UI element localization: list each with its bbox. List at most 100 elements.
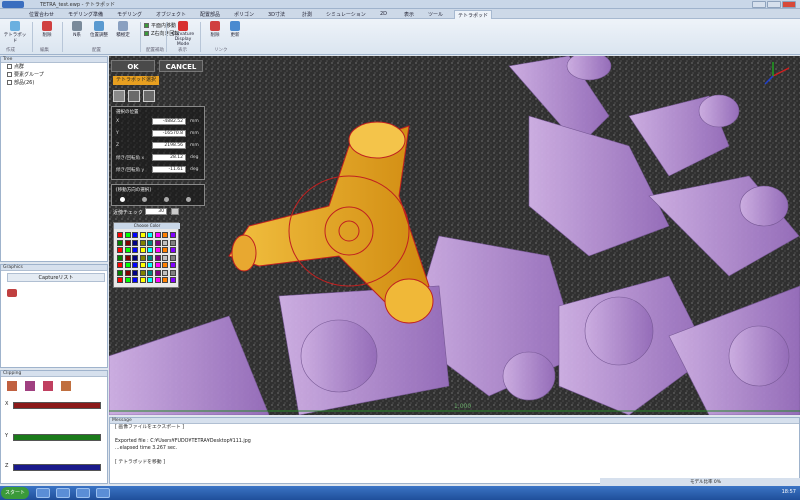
tree-item-group[interactable]: 要素グループ (1, 71, 107, 79)
ribbon-tab[interactable]: ポリゴン (231, 10, 257, 19)
color-swatch[interactable] (139, 262, 146, 268)
color-swatch[interactable] (162, 247, 168, 253)
delete-button[interactable]: 削除 (34, 21, 60, 45)
color-swatch[interactable] (162, 277, 168, 283)
color-swatch[interactable] (132, 254, 138, 261)
near-check-field[interactable]: 30 (145, 208, 167, 215)
ribbon-tab[interactable]: シミュレーション (323, 10, 369, 19)
color-swatch[interactable] (162, 254, 168, 261)
color-swatch[interactable] (147, 247, 153, 253)
radio-y[interactable] (142, 197, 147, 202)
color-swatch[interactable] (124, 277, 131, 283)
color-swatch[interactable] (162, 239, 168, 246)
color-swatch[interactable] (169, 277, 176, 283)
scene-canvas[interactable]: 1,000 (109, 56, 800, 415)
ribbon-tab[interactable]: ツール (425, 10, 446, 19)
color-swatch[interactable] (147, 254, 153, 261)
3d-viewport[interactable]: 1,000 OK CANCEL テトラポッド選択 選択の位置 X -4882.5… (109, 56, 800, 415)
close-button[interactable] (782, 1, 796, 8)
ribbon-tab[interactable]: 配置部品 (197, 10, 223, 19)
color-swatch[interactable] (154, 254, 161, 261)
color-swatch[interactable] (154, 239, 161, 246)
curvature-display-button[interactable]: Curvature Display Mode (168, 21, 198, 47)
color-swatch[interactable] (124, 262, 131, 268)
radio-n[interactable] (186, 197, 191, 202)
ribbon-tab[interactable]: 表示 (401, 10, 417, 19)
ribbon-tab[interactable]: モデリング準備 (65, 10, 106, 19)
ribbon-tab[interactable]: 3D寸法 (265, 10, 288, 19)
color-swatch[interactable] (139, 254, 146, 261)
color-swatch[interactable] (124, 254, 131, 261)
color-swatch[interactable] (132, 262, 138, 268)
color-swatch[interactable] (147, 232, 153, 238)
capture-list-tab[interactable]: Captureリスト (7, 273, 105, 282)
clip-z-bar[interactable] (13, 464, 101, 471)
color-swatch[interactable] (169, 269, 176, 276)
ribbon-tab[interactable]: 2D (377, 10, 390, 19)
clip-y-slider[interactable]: Y (5, 433, 105, 441)
tetrapod-button[interactable]: テトラポッド (2, 21, 28, 45)
y-field[interactable]: -16570.8 (152, 130, 186, 137)
ribbon-tab[interactable]: テトラポッド (454, 10, 493, 19)
color-swatch[interactable] (147, 262, 153, 268)
color-swatch[interactable] (147, 269, 153, 276)
near-check-spinner[interactable] (171, 208, 179, 215)
rotate-icon[interactable] (128, 90, 140, 102)
x-field[interactable]: -4882.52 (152, 118, 186, 125)
color-swatch[interactable] (117, 277, 123, 283)
color-swatch[interactable] (169, 232, 176, 238)
plane-move-checkbox[interactable] (144, 23, 149, 28)
clip-x-slider[interactable]: X (5, 401, 105, 409)
color-swatch[interactable] (147, 277, 153, 283)
color-swatch[interactable] (162, 262, 168, 268)
cancel-button[interactable]: CANCEL (159, 60, 203, 72)
mode-tab[interactable]: テトラポッド選択 (113, 76, 159, 85)
color-swatch[interactable] (154, 262, 161, 268)
radio-x[interactable] (120, 197, 125, 202)
tree-checkbox[interactable] (7, 72, 12, 77)
color-swatch[interactable] (139, 277, 146, 283)
app-menu-button[interactable] (2, 1, 24, 8)
clip-y-bar[interactable] (13, 434, 101, 441)
color-swatch[interactable] (132, 247, 138, 253)
clip-x-bar[interactable] (13, 402, 101, 409)
taskbar-app-icon[interactable] (96, 488, 110, 498)
clip-icon[interactable] (7, 381, 17, 391)
color-swatch[interactable] (132, 232, 138, 238)
color-swatch[interactable] (154, 277, 161, 283)
color-swatch[interactable] (132, 277, 138, 283)
clip-icon[interactable] (43, 381, 53, 391)
capture-icon[interactable] (7, 289, 17, 297)
color-swatch[interactable] (162, 269, 168, 276)
setting-button[interactable]: 積極定 (110, 21, 136, 45)
color-swatch[interactable] (162, 232, 168, 238)
color-swatch[interactable] (124, 247, 131, 253)
color-swatch[interactable] (139, 247, 146, 253)
color-swatch[interactable] (147, 239, 153, 246)
color-swatch[interactable] (169, 247, 176, 253)
tilt-y-field[interactable]: -11.61 (152, 166, 186, 173)
minimize-button[interactable] (752, 1, 766, 8)
color-swatch[interactable] (117, 254, 123, 261)
color-swatch[interactable] (132, 239, 138, 246)
ribbon-tab[interactable]: 計測 (299, 10, 315, 19)
color-swatch[interactable] (117, 247, 123, 253)
clip-z-slider[interactable]: Z (5, 463, 105, 471)
tree-checkbox[interactable] (7, 80, 12, 85)
maximize-button[interactable] (767, 1, 781, 8)
taskbar-app-icon[interactable] (36, 488, 50, 498)
color-swatch[interactable] (124, 239, 131, 246)
tree-item-pointcloud[interactable]: 点群 (1, 63, 107, 71)
color-swatch[interactable] (154, 269, 161, 276)
start-button[interactable]: スタート (1, 487, 29, 499)
z-field[interactable]: 2198.56 (152, 142, 186, 149)
refresh-button[interactable]: 更新 (222, 21, 248, 45)
reset-icon[interactable] (143, 90, 155, 102)
tree-item-parts[interactable]: 部品(26) (1, 79, 107, 87)
taskbar-app-icon[interactable] (56, 488, 70, 498)
color-swatch[interactable] (169, 262, 176, 268)
color-swatch[interactable] (132, 269, 138, 276)
ribbon-tab[interactable]: オブジェクト (153, 10, 189, 19)
color-swatch[interactable] (117, 262, 123, 268)
color-swatch[interactable] (124, 269, 131, 276)
